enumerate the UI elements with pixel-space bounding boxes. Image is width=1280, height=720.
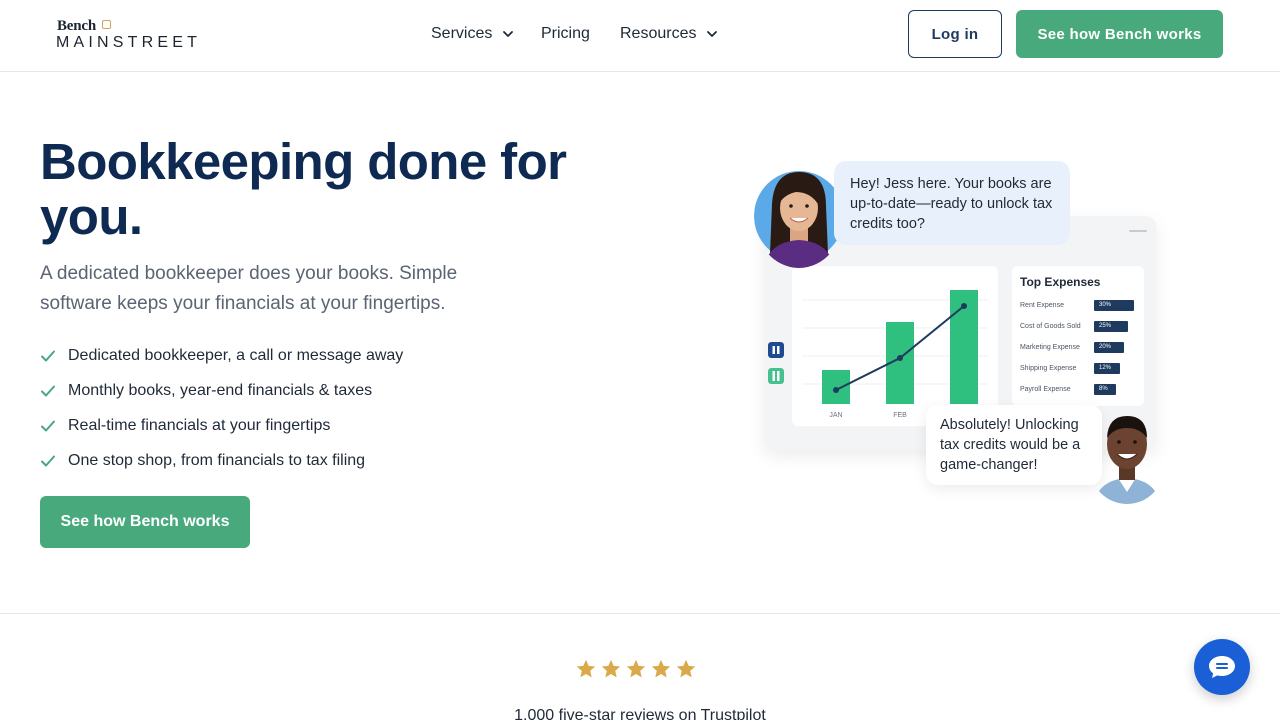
- chart-tick-label: FEB: [893, 412, 907, 419]
- reviews-caption: 1,000 five-star reviews on Trustpilot: [514, 707, 766, 720]
- chat-bubble-icon: [1209, 656, 1235, 678]
- section-divider: [0, 613, 1280, 614]
- nav-pricing[interactable]: Pricing: [541, 24, 590, 44]
- star-rating: [575, 658, 697, 680]
- bookkeeper-message-bubble: Hey! Jess here. Your books are up-to-dat…: [834, 161, 1070, 245]
- login-button[interactable]: Log in: [908, 10, 1002, 58]
- hero-subtitle: A dedicated bookkeeper does your books. …: [40, 263, 458, 314]
- client-avatar: [1090, 406, 1164, 504]
- feature-item: Real-time financials at your fingertips: [40, 408, 403, 443]
- chart-tick-label: JAN: [829, 412, 842, 419]
- hero-title: Bookkeeping done for you.: [40, 133, 567, 245]
- minimize-icon: [1129, 230, 1147, 232]
- feature-item: Monthly books, year-end financials & tax…: [40, 373, 403, 408]
- hero-see-how-button[interactable]: See how Bench works: [40, 496, 250, 548]
- client-reply-bubble: Absolutely! Unlocking tax credits would …: [926, 405, 1102, 485]
- site-header: Bench MAINSTREET Services Pricing Resour…: [0, 0, 1280, 72]
- expense-percent: 20%: [1094, 341, 1124, 353]
- check-icon: [41, 385, 55, 396]
- logo-wordmark-bottom: MAINSTREET: [56, 34, 202, 51]
- columns-icon: [768, 368, 784, 384]
- feature-item: One stop shop, from financials to tax fi…: [40, 443, 403, 478]
- expense-label: Payroll Expense: [1020, 385, 1071, 393]
- bookkeeper-avatar: [754, 164, 844, 268]
- feature-text: One stop shop, from financials to tax fi…: [68, 451, 366, 469]
- expense-percent: 30%: [1094, 299, 1134, 311]
- nav-services-label: Services: [431, 25, 493, 42]
- star-icon: [601, 659, 621, 678]
- expense-label: Marketing Expense: [1020, 343, 1080, 351]
- nav-resources[interactable]: Resources: [620, 24, 719, 44]
- expense-percent: 25%: [1094, 320, 1128, 332]
- chat-launcher-button[interactable]: [1194, 639, 1250, 695]
- feature-list: Dedicated bookkeeper, a call or message …: [40, 338, 403, 478]
- check-icon: [41, 420, 55, 431]
- header-see-how-button[interactable]: See how Bench works: [1016, 10, 1223, 58]
- pause-icon: [768, 342, 784, 358]
- revenue-chart-card: JAN FEB: [792, 266, 998, 426]
- nav-pricing-label: Pricing: [541, 25, 590, 42]
- check-icon: [41, 350, 55, 361]
- feature-item: Dedicated bookkeeper, a call or message …: [40, 338, 403, 373]
- feature-text: Monthly books, year-end financials & tax…: [68, 381, 373, 399]
- top-expenses-title: Top Expenses: [1020, 275, 1101, 289]
- logo-mark-icon: [102, 20, 111, 29]
- chart-point: [897, 355, 903, 361]
- chart-point: [961, 303, 967, 309]
- check-icon: [41, 455, 55, 466]
- expense-label: Shipping Expense: [1020, 364, 1077, 372]
- expense-row: Cost of Goods Sold 25%: [1020, 320, 1128, 332]
- bench-mainstreet-logo[interactable]: Bench MAINSTREET: [56, 18, 246, 54]
- chevron-down-icon: [503, 31, 514, 37]
- hero-illustration: JAN FEB Top Expenses Rent Expense 30% Co…: [740, 150, 1180, 520]
- nav-resources-label: Resources: [620, 25, 697, 42]
- star-icon: [651, 659, 671, 678]
- expense-label: Cost of Goods Sold: [1020, 322, 1081, 330]
- nav-services[interactable]: Services: [431, 24, 515, 44]
- top-expenses-card: Top Expenses Rent Expense 30% Cost of Go…: [1012, 266, 1144, 406]
- chart-point: [833, 387, 839, 393]
- star-icon: [626, 659, 646, 678]
- chevron-down-icon: [707, 31, 718, 37]
- expense-row: Marketing Expense 20%: [1020, 341, 1124, 353]
- expense-percent: 8%: [1094, 383, 1116, 395]
- expense-row: Shipping Expense 12%: [1020, 362, 1120, 374]
- feature-text: Real-time financials at your fingertips: [68, 416, 331, 434]
- expense-percent: 12%: [1094, 362, 1120, 374]
- feature-text: Dedicated bookkeeper, a call or message …: [68, 346, 404, 364]
- expense-label: Rent Expense: [1020, 301, 1064, 309]
- expense-row: Payroll Expense 8%: [1020, 383, 1116, 395]
- expense-row: Rent Expense 30%: [1020, 299, 1134, 311]
- logo-wordmark-top: Bench: [57, 18, 97, 34]
- star-icon: [676, 659, 696, 678]
- star-icon: [576, 659, 596, 678]
- growth-chart: JAN FEB: [802, 290, 988, 419]
